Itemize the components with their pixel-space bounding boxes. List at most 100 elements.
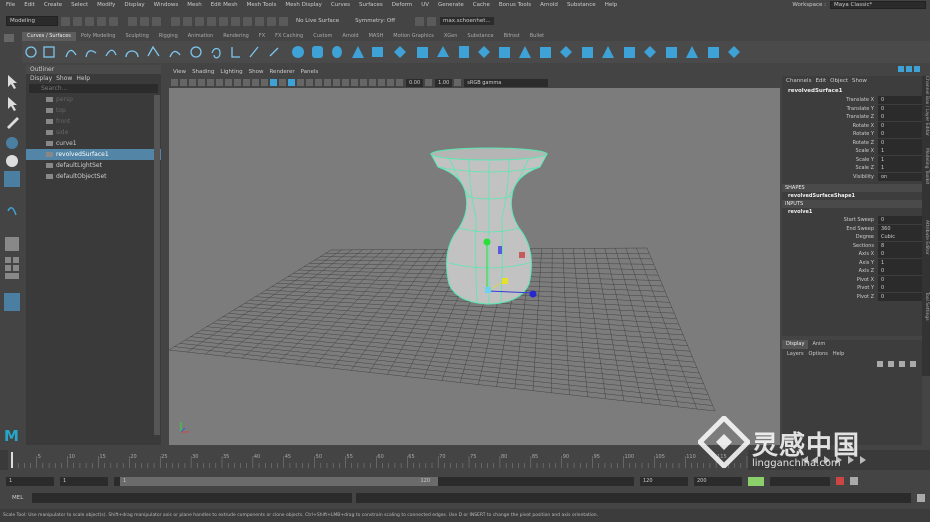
live-surface-label[interactable]: No Live Surface bbox=[296, 18, 339, 24]
wireframe-icon[interactable] bbox=[270, 79, 277, 86]
camera-attr-icon[interactable] bbox=[180, 79, 187, 86]
menu-uv[interactable]: UV bbox=[421, 0, 429, 10]
menu-create[interactable]: Create bbox=[44, 0, 62, 10]
safe-action-icon[interactable] bbox=[252, 79, 259, 86]
layer-menu-layers[interactable]: Layers bbox=[787, 349, 804, 359]
save-scene-icon[interactable] bbox=[85, 16, 94, 26]
select-component-icon[interactable] bbox=[152, 16, 161, 26]
menu-modify[interactable]: Modify bbox=[97, 0, 115, 10]
attr-value[interactable]: 0 bbox=[878, 96, 922, 104]
outliner-menu-help[interactable]: Help bbox=[76, 74, 90, 83]
attr-value[interactable]: 0 bbox=[878, 121, 922, 130]
user-account[interactable]: max.schoenhet... bbox=[440, 17, 494, 25]
redo-icon[interactable] bbox=[109, 16, 118, 26]
snap-curve-icon[interactable] bbox=[183, 16, 192, 26]
attr-value[interactable]: 360 bbox=[878, 224, 922, 233]
menu-mesh-display[interactable]: Mesh Display bbox=[285, 0, 322, 10]
attr-value[interactable]: 0 bbox=[878, 267, 922, 275]
attr-row-translate-z[interactable]: Translate Z 0 bbox=[782, 113, 922, 122]
shelf-icons[interactable] bbox=[22, 41, 922, 63]
symmetry-dropdown[interactable]: Symmetry: Off bbox=[355, 18, 395, 24]
smooth-shade-icon[interactable] bbox=[279, 79, 286, 86]
attr-value[interactable]: 1 bbox=[878, 147, 922, 155]
layer-menu-help[interactable]: Help bbox=[833, 349, 844, 359]
side-tab-channel-box-layer-editor[interactable]: Channel Box / Layer Editor bbox=[922, 76, 930, 148]
color-space-dropdown[interactable]: sRGB gamma bbox=[464, 78, 549, 87]
user-avatar-icon[interactable] bbox=[427, 16, 437, 26]
channelbox-menu-channels[interactable]: Channels bbox=[786, 76, 811, 87]
xray-joints-icon[interactable] bbox=[378, 79, 385, 86]
gate-mask-icon[interactable] bbox=[234, 79, 241, 86]
shelf-tab-bullet[interactable]: Bullet bbox=[525, 32, 549, 41]
script-editor-icon[interactable] bbox=[917, 494, 925, 502]
attr-row-end-sweep[interactable]: End Sweep 360 bbox=[782, 224, 922, 234]
gamma-field[interactable]: 1.00 bbox=[435, 78, 453, 87]
side-tab-modeling-toolkit[interactable]: Modeling Toolkit bbox=[922, 148, 930, 220]
menu-bonus-tools[interactable]: Bonus Tools bbox=[499, 0, 531, 10]
field-chart-icon[interactable] bbox=[243, 79, 250, 86]
menu-surfaces[interactable]: Surfaces bbox=[359, 0, 383, 10]
menu-curves[interactable]: Curves bbox=[331, 0, 350, 10]
exposure-field[interactable]: 0.00 bbox=[406, 78, 424, 87]
scene-start-field[interactable]: 1 bbox=[6, 476, 54, 486]
menu-set-dropdown[interactable]: Modeling bbox=[6, 16, 58, 26]
shelf-tab-fx-caching[interactable]: FX Caching bbox=[270, 32, 308, 41]
workspace-selector[interactable]: Workspace : Maya Classic* bbox=[792, 1, 926, 9]
motion-blur-icon[interactable] bbox=[333, 79, 340, 86]
textured-icon[interactable] bbox=[297, 79, 304, 86]
exposure-icon[interactable] bbox=[396, 79, 403, 86]
attr-row-rotate-x[interactable]: Rotate X 0 bbox=[782, 121, 922, 131]
outliner-item-top[interactable]: top bbox=[26, 105, 161, 116]
tool-icons[interactable]: M bbox=[0, 65, 24, 445]
menu-cache[interactable]: Cache bbox=[473, 0, 490, 10]
snap-point-icon[interactable] bbox=[195, 16, 204, 26]
outliner-menu-display[interactable]: Display bbox=[30, 74, 52, 83]
menu-substance[interactable]: Substance bbox=[567, 0, 596, 10]
menu-display[interactable]: Display bbox=[124, 0, 144, 10]
render-icon[interactable] bbox=[255, 16, 264, 26]
attr-row-axis-x[interactable]: Axis X 0 bbox=[782, 250, 922, 259]
attr-row-pivot-z[interactable]: Pivot Z 0 bbox=[782, 292, 922, 302]
attr-row-visibility[interactable]: Visibility on bbox=[782, 172, 922, 182]
attr-row-rotate-y[interactable]: Rotate Y 0 bbox=[782, 130, 922, 139]
isolate-icon[interactable] bbox=[360, 79, 367, 86]
menu-deform[interactable]: Deform bbox=[392, 0, 412, 10]
lights-icon[interactable] bbox=[306, 79, 313, 86]
render-settings-icon[interactable] bbox=[279, 16, 288, 26]
shelf-tab-curves-surfaces[interactable]: Curves / Surfaces bbox=[22, 32, 76, 41]
shelf-tab-poly-modeling[interactable]: Poly Modeling bbox=[76, 32, 121, 41]
outliner-search-input[interactable]: Search... bbox=[29, 84, 158, 93]
attr-row-translate-x[interactable]: Translate X 0 bbox=[782, 96, 922, 105]
menu-edit-mesh[interactable]: Edit Mesh bbox=[211, 0, 238, 10]
attr-value[interactable]: 1 bbox=[878, 155, 922, 164]
viewport-menu-view[interactable]: View bbox=[173, 67, 186, 77]
attr-value[interactable]: 0 bbox=[878, 104, 922, 113]
shelf-tab-fx[interactable]: FX bbox=[254, 32, 270, 41]
menu-mesh[interactable]: Mesh bbox=[187, 0, 201, 10]
open-scene-icon[interactable] bbox=[73, 16, 82, 26]
snap-grid-icon[interactable] bbox=[171, 16, 180, 26]
channelbox-menu-edit[interactable]: Edit bbox=[815, 76, 826, 87]
channelbox-menu-object[interactable]: Object bbox=[830, 76, 848, 87]
attr-row-axis-z[interactable]: Axis Z 0 bbox=[782, 267, 922, 276]
time-ruler[interactable]: 5 10 15 20 25 30 35 40 45 50 55 60 65 70 75 80 85 90 95 100… bbox=[8, 450, 748, 470]
film-gate-icon[interactable] bbox=[216, 79, 223, 86]
camera-select-icon[interactable] bbox=[171, 79, 178, 86]
scene-view[interactable] bbox=[168, 88, 780, 445]
resolution-gate-icon[interactable] bbox=[225, 79, 232, 86]
attr-row-pivot-y[interactable]: Pivot Y 0 bbox=[782, 284, 922, 293]
range-handle[interactable]: 1 120 bbox=[120, 476, 438, 486]
attr-value[interactable]: 0 bbox=[878, 216, 922, 224]
outliner-item-defaultobjectset[interactable]: defaultObjectSet bbox=[26, 171, 161, 182]
attr-row-scale-y[interactable]: Scale Y 1 bbox=[782, 155, 922, 165]
auto-key-icon[interactable] bbox=[748, 476, 764, 486]
image-plane-icon[interactable] bbox=[198, 79, 205, 86]
menu-arnold[interactable]: Arnold bbox=[540, 0, 558, 10]
viewport-menu-show[interactable]: Show bbox=[249, 67, 264, 77]
attr-value[interactable]: 0 bbox=[878, 130, 922, 138]
shelf-tab-xgen[interactable]: XGen bbox=[439, 32, 463, 41]
shelf-tab-rigging[interactable]: Rigging bbox=[154, 32, 183, 41]
shelf-tab-substance[interactable]: Substance bbox=[462, 32, 498, 41]
viewport-menu-lighting[interactable]: Lighting bbox=[220, 67, 242, 77]
grid-toggle-icon[interactable] bbox=[207, 79, 214, 86]
